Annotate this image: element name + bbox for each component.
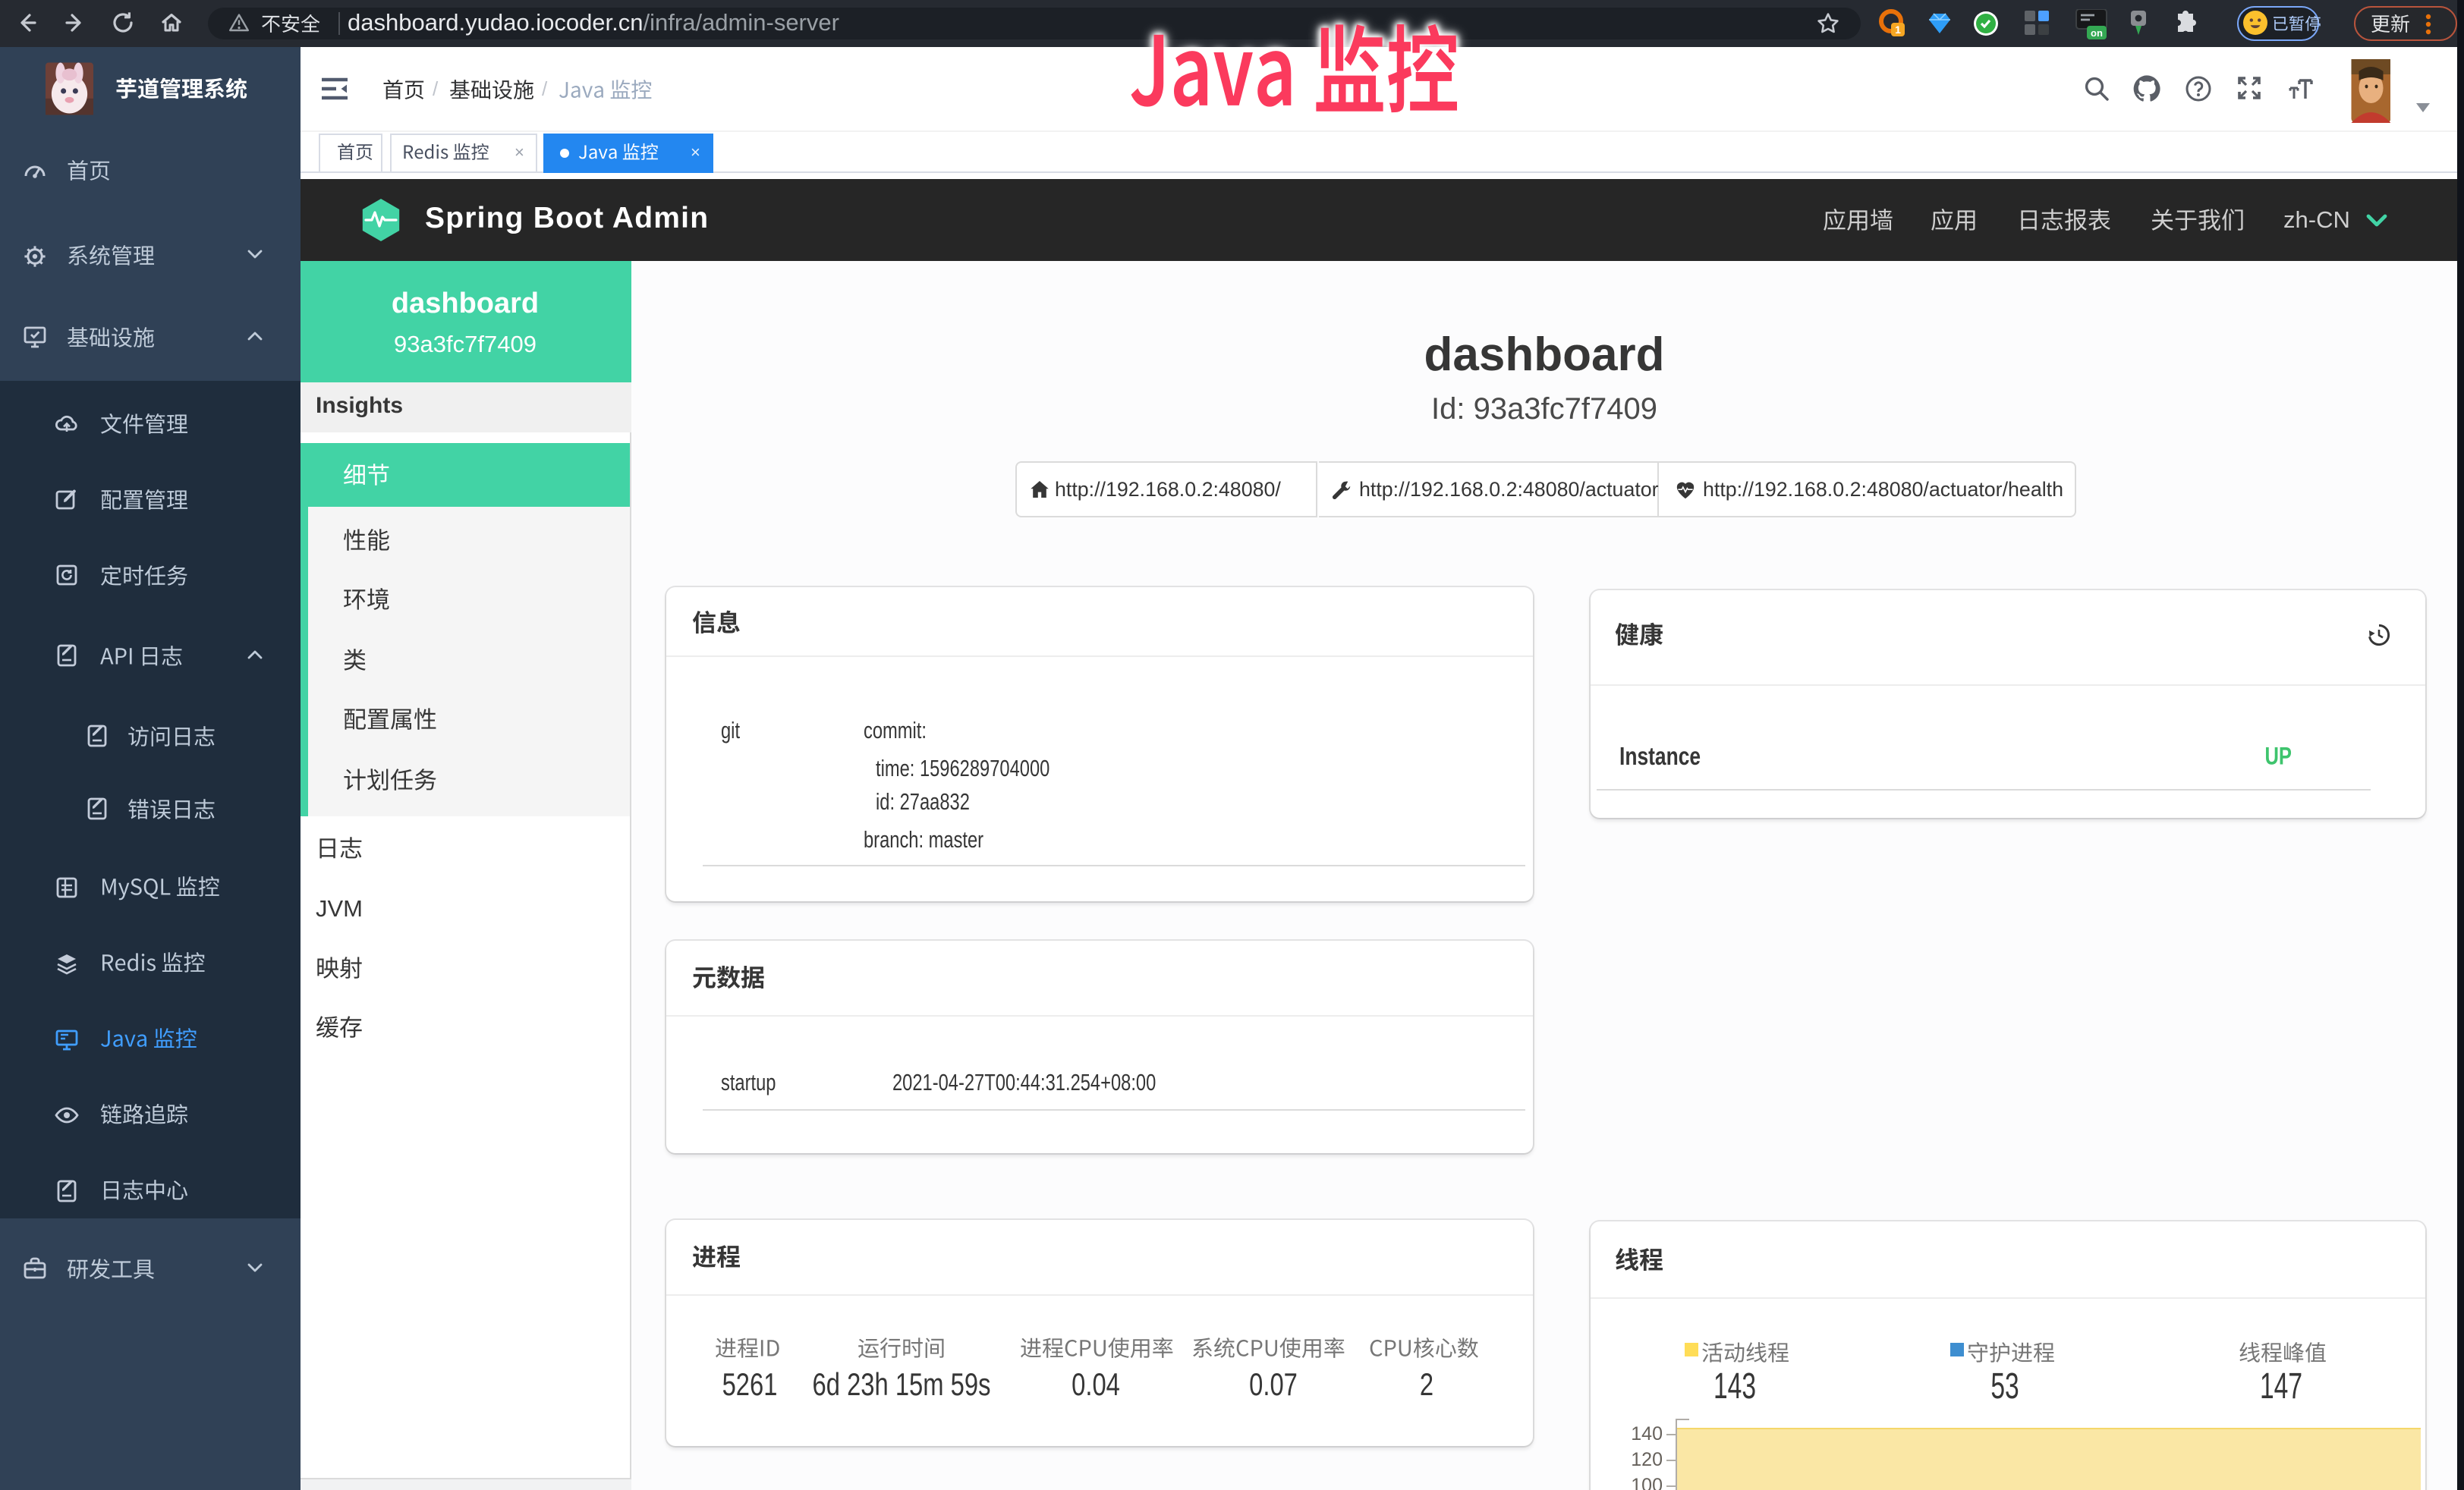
svg-text:git: git <box>721 717 740 743</box>
svg-text:startup: startup <box>721 1068 776 1095</box>
svg-text:6d 23h 15m 59s: 6d 23h 15m 59s <box>812 1366 990 1401</box>
svg-text:0.04: 0.04 <box>1071 1366 1119 1401</box>
svg-text:time: 1596289704000: time: 1596289704000 <box>876 755 1049 781</box>
svg-text:2: 2 <box>1420 1366 1433 1401</box>
svg-text:143: 143 <box>1713 1364 1755 1405</box>
svg-text:2021-04-27T00:44:31.254+08:00: 2021-04-27T00:44:31.254+08:00 <box>892 1068 1155 1095</box>
svg-text:0.07: 0.07 <box>1248 1366 1297 1401</box>
svg-text:UP: UP <box>2264 743 2291 769</box>
svg-text:commit:: commit: <box>863 717 926 743</box>
svg-text:5261: 5261 <box>722 1366 778 1401</box>
svg-text:on: on <box>2091 27 2103 39</box>
svg-text:Instance: Instance <box>1619 742 1700 769</box>
svg-text:1: 1 <box>1895 24 1901 36</box>
svg-text:branch: master: branch: master <box>863 825 983 852</box>
svg-text:53: 53 <box>1990 1364 2018 1405</box>
svg-text:147: 147 <box>2260 1364 2302 1405</box>
svg-text:id: 27aa832: id: 27aa832 <box>876 788 970 815</box>
